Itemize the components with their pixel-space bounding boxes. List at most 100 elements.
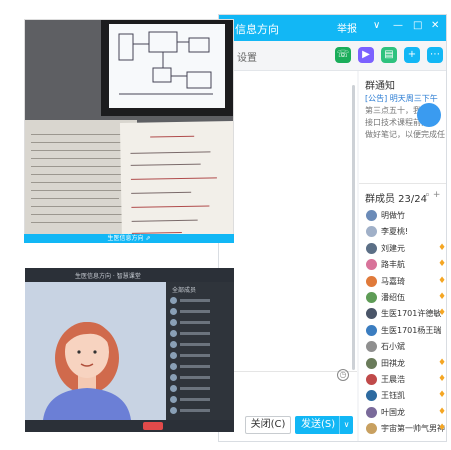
avatar [366,324,377,336]
report-button[interactable]: 举报 [337,20,357,35]
member-name: 生医1701许德敏 [381,309,442,319]
video-icon[interactable]: ▶ [358,47,374,63]
close-window-button[interactable]: ✕ [431,20,439,31]
video-control-bar [25,420,234,432]
avatar [366,423,377,435]
member-badge-icon: ♦ [438,357,447,368]
member-badge-icon: ♦ [438,275,447,286]
member-row[interactable]: 石小斌 [359,339,446,355]
file-icon[interactable]: ▤ [381,47,397,63]
send-label: 发送(S) [301,419,336,430]
participant-row[interactable] [170,351,230,360]
study-desk-photo [24,19,234,243]
group-notice-panel: 群通知 [公告] 明天周三下午 第三点五十，我们 接口技术课程前面 做好笔记，以… [359,71,446,183]
member-badge-icon: ♦ [438,373,447,384]
notice-line: 做好笔记，以便完成任 [365,130,445,139]
video-title-bar: 生医信息方向 · 智慧课堂 [25,268,234,282]
avatar [366,275,377,287]
monitor-screen-diagram [109,24,225,108]
assistant-bubble-icon[interactable] [417,103,441,127]
person-avatar-illustration [25,282,166,420]
avatar [366,406,377,418]
member-panel: 群成员 23/24 ⌕ + 明做竹 李夏桃! 刘建元 ♦ 路丰航 ♦ 马嘉琦 ♦ 潘绍伍 ♦ 生医1… [359,183,447,441]
member-name: 明做竹 [381,211,405,220]
participant-row[interactable] [170,318,230,327]
send-options-chevron-icon[interactable]: ∨ [339,416,353,434]
member-row[interactable]: 王钰凯 ♦ [359,388,447,404]
member-row[interactable]: 田祺龙 ♦ [359,356,447,372]
send-button[interactable]: 发送(S) ∨ [295,416,353,434]
message-area[interactable] [219,71,357,371]
screen-share-icon[interactable]: + [404,47,420,63]
screenshot-collage: 信息方向 举报 ∨ — □ ✕ 设置 ☏ ▶ ▤ + ⋯ ◷ 关闭(C) 发送(… [0,0,451,450]
minimize-button[interactable]: — [393,20,403,31]
member-row[interactable]: 王晨浩 ♦ [359,372,447,388]
member-list: 明做竹 李夏桃! 刘建元 ♦ 路丰航 ♦ 马嘉琦 ♦ 潘绍伍 ♦ 生医1701许德敏 ♦ 生医1701杨… [359,208,447,437]
close-button[interactable]: 关闭(C) [245,416,291,434]
video-participant-list: 全部成员 [166,282,234,420]
member-name: 宇宙第一帅气男神 [381,424,445,434]
participant-row[interactable] [170,307,230,316]
phone-icon[interactable]: ☏ [335,47,351,63]
hang-up-button[interactable] [143,422,163,430]
member-row[interactable]: 叶国龙 ♦ [359,405,447,421]
chevron-down-icon[interactable]: ∨ [373,20,380,31]
participant-row[interactable] [170,384,230,393]
participant-row[interactable] [170,329,230,338]
video-feed [25,282,166,420]
member-name: 生医1701杨王瑞 [381,325,442,335]
avatar [366,291,377,303]
member-row[interactable]: 宇宙第一帅气男神 ♦ [359,421,447,437]
clock-icon[interactable]: ◷ [337,369,349,381]
video-title: 生医信息方向 · 智慧课堂 [75,273,141,280]
avatar [366,226,377,238]
member-badge-icon: ♦ [438,406,447,417]
more-icon[interactable]: ⋯ [427,47,443,63]
participant-row[interactable] [170,406,230,415]
member-row[interactable]: 生医1701许德敏 ♦ [359,306,447,322]
window-title: 信息方向 [235,23,279,36]
avatar [366,308,377,320]
avatar [366,373,377,385]
member-badge-icon: ♦ [438,308,447,319]
member-row[interactable]: 路丰航 ♦ [359,257,446,273]
participant-row[interactable] [170,362,230,371]
member-row[interactable]: 李夏桃! [359,224,446,240]
avatar [366,390,377,402]
avatar [366,210,377,221]
avatar [366,341,377,353]
member-row[interactable]: 刘建元 ♦ [359,241,446,257]
member-name: 石小斌 [381,342,405,352]
chat-toolbar: 设置 ☏ ▶ ▤ + ⋯ [219,41,446,71]
video-call-window: 生医信息方向 · 智慧课堂 全部成员 [25,268,234,432]
member-badge-icon: ♦ [438,423,447,434]
notice-title: 群通知 [365,81,395,92]
member-row[interactable]: 明做竹 [359,208,446,224]
member-badge-icon: ♦ [438,390,447,401]
participant-row[interactable] [170,395,230,404]
participant-row[interactable] [170,373,230,382]
member-name: 王晨浩 [381,374,405,384]
member-name: 李夏桃! [381,227,409,237]
maximize-button[interactable]: □ [413,20,422,31]
group-chat-window: 信息方向 举报 ∨ — □ ✕ 设置 ☏ ▶ ▤ + ⋯ ◷ 关闭(C) 发送(… [218,14,447,442]
participant-row[interactable] [170,340,230,349]
participant-row[interactable] [170,296,230,305]
settings-label[interactable]: 设置 [237,49,257,64]
member-name: 田祺龙 [381,358,405,368]
member-row[interactable]: 生医1701杨王瑞 [359,323,446,339]
avatar [366,259,377,271]
member-badge-icon: ♦ [438,291,447,302]
member-search-icon[interactable]: ⌕ + [425,190,440,200]
photo-caption[interactable]: 生医信息方向 ⇗ [24,234,234,243]
message-scrollbar[interactable] [352,85,355,370]
participant-list-label: 全部成员 [172,287,197,294]
member-count: 群成员 23/24 [365,194,427,205]
member-name: 王钰凯 [381,391,405,401]
title-bar: 信息方向 举报 ∨ — □ ✕ [219,15,446,41]
avatar [366,357,377,369]
member-row[interactable]: 马嘉琦 ♦ [359,274,447,290]
handwritten-notes [119,121,233,242]
member-name: 潘绍伍 [381,292,405,302]
member-row[interactable]: 潘绍伍 ♦ [359,290,447,306]
